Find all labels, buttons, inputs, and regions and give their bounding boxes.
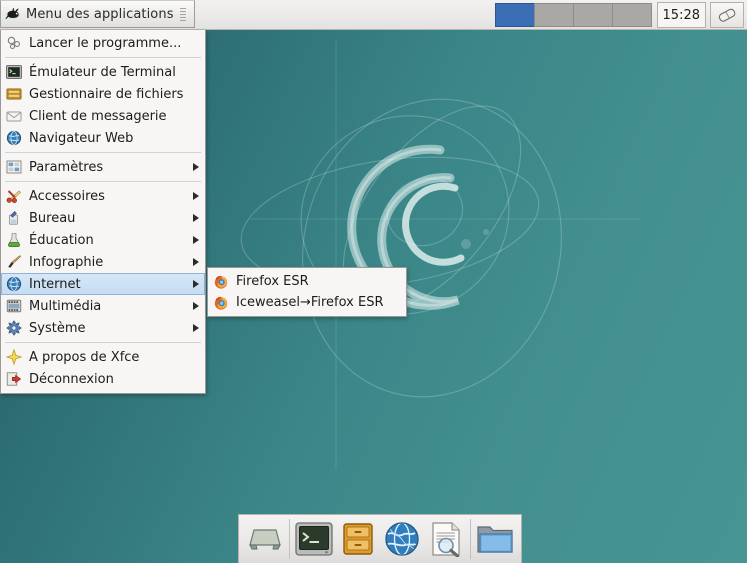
- workspace-button-4[interactable]: [611, 3, 652, 27]
- internet-submenu-popup: Firefox ESR Iceweasel→Firefox ESR: [207, 267, 407, 317]
- graphics-icon: [8, 255, 22, 268]
- menu-item-label: Internet: [29, 276, 81, 292]
- workspace-switcher[interactable]: [494, 0, 652, 30]
- firefox-icon: [214, 296, 228, 310]
- accessories-icon: [6, 190, 22, 203]
- chevron-right-icon: [193, 258, 199, 266]
- run-program-icon: [7, 36, 20, 50]
- menu-item-label: Paramètres: [29, 159, 104, 175]
- terminal-icon: [6, 65, 22, 79]
- menu-item-office[interactable]: Bureau: [1, 207, 205, 229]
- submenu-item-label: Firefox ESR: [236, 274, 309, 289]
- menu-item-label: Émulateur de Terminal: [29, 64, 176, 80]
- applications-menu-popup: Lancer le programme... Émulateur de Term…: [0, 30, 206, 394]
- workspace-button-1[interactable]: [494, 3, 535, 27]
- menu-item-label: Lancer le programme...: [29, 35, 182, 51]
- menu-separator: [5, 152, 201, 153]
- submenu-item-label: Iceweasel→Firefox ESR: [236, 295, 384, 310]
- bottom-dock-panel: [238, 514, 522, 563]
- system-gear-icon: [6, 320, 22, 336]
- menu-item-internet[interactable]: Internet: [1, 273, 205, 295]
- menu-item-label: Navigateur Web: [29, 130, 134, 146]
- menu-item-system[interactable]: Système: [1, 317, 205, 339]
- menu-item-web-browser[interactable]: Navigateur Web: [1, 127, 205, 149]
- dock-terminal-button[interactable]: [292, 517, 336, 561]
- menu-item-multimedia[interactable]: Multimédia: [1, 295, 205, 317]
- menu-item-label: Multimédia: [29, 298, 102, 314]
- dock-file-manager-button[interactable]: [336, 517, 380, 561]
- dock-web-browser-button[interactable]: [380, 517, 424, 561]
- menu-item-graphics[interactable]: Infographie: [1, 251, 205, 273]
- desktop-screen: Menu des applications 15:28 Lancer le pr…: [0, 0, 747, 563]
- file-cabinet-icon: [343, 523, 373, 555]
- settings-icon: [6, 160, 22, 174]
- menu-item-label: Client de messagerie: [29, 108, 167, 124]
- globe-icon: [385, 522, 419, 556]
- chevron-right-icon: [193, 214, 199, 222]
- submenu-item-firefox-esr[interactable]: Firefox ESR: [208, 271, 406, 292]
- education-icon: [8, 233, 20, 247]
- menu-item-accessories[interactable]: Accessoires: [1, 185, 205, 207]
- submenu-item-iceweasel-firefox-esr[interactable]: Iceweasel→Firefox ESR: [208, 292, 406, 313]
- menu-item-file-manager[interactable]: Gestionnaire de fichiers: [1, 83, 205, 105]
- menu-item-settings[interactable]: Paramètres: [1, 156, 205, 178]
- folder-icon: [477, 526, 513, 553]
- menu-item-mail-client[interactable]: Client de messagerie: [1, 105, 205, 127]
- multimedia-icon: [6, 299, 22, 313]
- menu-item-run-program[interactable]: Lancer le programme...: [1, 32, 205, 54]
- menu-item-terminal-emulator[interactable]: Émulateur de Terminal: [1, 61, 205, 83]
- workspace-button-3[interactable]: [572, 3, 613, 27]
- show-desktop-icon: [249, 529, 281, 550]
- menu-separator: [5, 181, 201, 182]
- menu-item-label: A propos de Xfce: [29, 349, 140, 365]
- about-xfce-icon: [6, 349, 22, 365]
- menu-item-label: Accessoires: [29, 188, 105, 204]
- mail-client-icon: [6, 111, 22, 122]
- dock-separator: [289, 519, 290, 559]
- menu-item-about-xfce[interactable]: A propos de Xfce: [1, 346, 205, 368]
- dock-folder-button[interactable]: [473, 517, 517, 561]
- terminal-icon: [295, 522, 333, 556]
- document-magnifier-icon: [432, 522, 460, 557]
- eraser-icon: [718, 8, 736, 22]
- panel-spacer: [195, 0, 495, 29]
- top-panel: Menu des applications 15:28: [0, 0, 747, 30]
- firefox-icon: [214, 275, 228, 289]
- dock-separator: [470, 519, 471, 559]
- dock-document-viewer-button[interactable]: [424, 517, 468, 561]
- menu-separator: [5, 342, 201, 343]
- office-icon: [9, 211, 18, 225]
- chevron-right-icon: [193, 302, 199, 310]
- chevron-right-icon: [193, 280, 199, 288]
- action-buttons[interactable]: [710, 2, 744, 28]
- menu-item-label: Gestionnaire de fichiers: [29, 86, 184, 102]
- menu-separator: [5, 57, 201, 58]
- menu-item-label: Infographie: [29, 254, 104, 270]
- dock-show-desktop-button[interactable]: [243, 517, 287, 561]
- menu-item-logout[interactable]: Déconnexion: [1, 368, 205, 390]
- logout-icon: [6, 372, 22, 386]
- file-manager-icon: [6, 88, 22, 100]
- menu-item-label: Déconnexion: [29, 371, 114, 387]
- panel-drag-handle[interactable]: [179, 0, 188, 28]
- applications-menu-label: Menu des applications: [26, 6, 174, 22]
- chevron-right-icon: [193, 163, 199, 171]
- chevron-right-icon: [193, 324, 199, 332]
- internet-globe-icon: [6, 276, 22, 292]
- workspace-button-2[interactable]: [533, 3, 574, 27]
- menu-item-label: Système: [29, 320, 86, 336]
- web-browser-icon: [6, 130, 22, 146]
- chevron-right-icon: [193, 192, 199, 200]
- applications-menu-button[interactable]: Menu des applications: [0, 0, 195, 28]
- menu-item-label: Bureau: [29, 210, 76, 226]
- chevron-right-icon: [193, 236, 199, 244]
- clock[interactable]: 15:28: [656, 2, 706, 28]
- menu-item-education[interactable]: Éducation: [1, 229, 205, 251]
- xfce-mouse-icon: [5, 7, 21, 20]
- menu-item-label: Éducation: [29, 232, 94, 248]
